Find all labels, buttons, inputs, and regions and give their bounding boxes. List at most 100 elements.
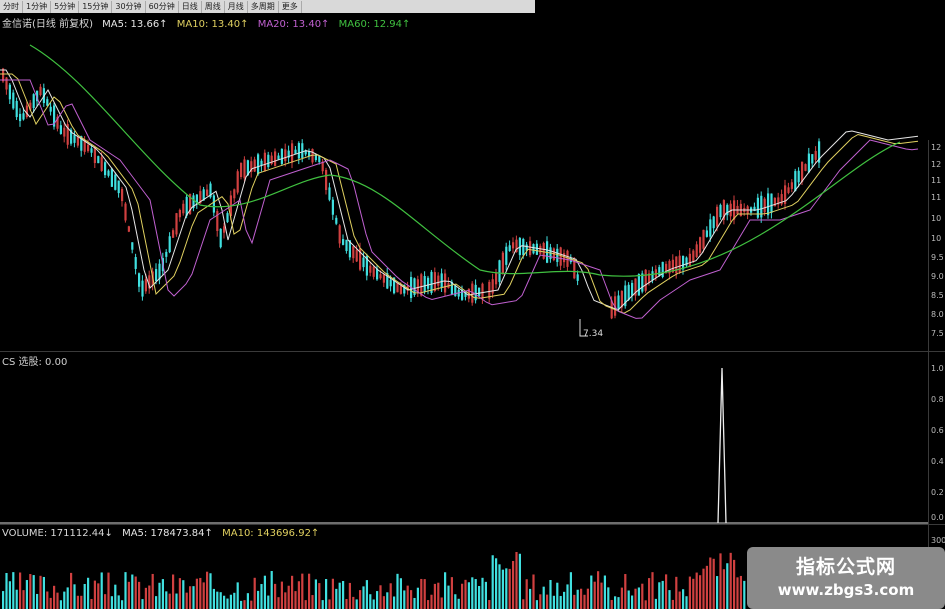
volume-bar — [474, 579, 477, 609]
volume-bar — [515, 551, 518, 609]
volume-bar — [138, 581, 141, 609]
volume-bar — [722, 569, 725, 609]
candle-body — [362, 257, 365, 268]
candle-body — [661, 261, 664, 278]
candle-body — [804, 164, 807, 171]
volume-bar — [512, 560, 515, 609]
volume-bar — [32, 575, 35, 609]
cs-tick: 1.0 — [931, 364, 944, 373]
volume-bar — [348, 582, 351, 609]
volume-bar — [620, 587, 623, 609]
volume-bar — [76, 595, 79, 609]
candle-body — [705, 230, 708, 237]
candlestick-chart — [0, 44, 919, 337]
candle-body — [396, 282, 399, 293]
volume-bar — [253, 577, 256, 609]
candle-body — [416, 279, 419, 293]
candle-body — [522, 239, 525, 256]
volume-bar — [243, 600, 246, 609]
volume-bar — [110, 596, 113, 609]
volume-bar — [274, 583, 277, 609]
volume-bar — [148, 585, 151, 609]
moving-average-line — [0, 73, 919, 314]
candle-body — [814, 150, 817, 160]
price-tick: 8.5 — [931, 291, 944, 300]
candle-body — [345, 239, 348, 251]
price-tick: 9.5 — [931, 253, 944, 262]
volume-bar — [369, 594, 372, 609]
candle-body — [559, 247, 562, 266]
volume-bar — [532, 574, 535, 609]
volume-bar — [641, 583, 644, 609]
volume-bar — [386, 592, 389, 609]
volume-bar — [624, 574, 627, 609]
candle-body — [719, 204, 722, 218]
candle-body — [563, 253, 566, 263]
stock-chart-window: 分时 1分钟 5分钟 15分钟 30分钟 60分钟 日线 周线 月线 多周期 更… — [0, 0, 945, 609]
candle-body — [331, 199, 334, 215]
candle-body — [63, 127, 66, 137]
candle-body — [15, 100, 18, 118]
volume-bar — [447, 585, 450, 609]
panel-divider — [0, 524, 945, 525]
candle-body — [498, 260, 501, 282]
volume-bar — [471, 577, 474, 609]
candle-body — [2, 68, 5, 82]
volume-bar — [501, 569, 504, 609]
volume-bar — [29, 574, 32, 609]
candle-body — [172, 230, 175, 238]
volume-bar — [233, 592, 236, 609]
volume-bar — [277, 597, 280, 609]
candle-body — [178, 209, 181, 218]
volume-bar — [335, 588, 338, 609]
volume-bar — [39, 575, 42, 609]
candle-body — [423, 276, 426, 293]
candle-body — [165, 251, 168, 257]
volume-bar — [321, 600, 324, 609]
volume-bar — [104, 594, 107, 609]
candle-body — [39, 86, 42, 96]
moving-average-line — [0, 79, 919, 319]
candle-body — [46, 99, 49, 106]
candle-body — [617, 295, 620, 310]
volume-bar — [535, 600, 538, 609]
candle-body — [114, 174, 117, 190]
candle-body — [355, 249, 358, 262]
candle-body — [117, 180, 120, 194]
volume-bar — [53, 585, 56, 609]
candle-body — [641, 273, 644, 292]
watermark-badge: 指标公式网 www.zbgs3.com — [747, 547, 945, 609]
volume-bar — [331, 578, 334, 609]
candle-body — [240, 162, 243, 178]
volume-bar — [712, 558, 715, 609]
volume-bar — [345, 598, 348, 609]
candle-body — [185, 196, 188, 216]
volume-bar — [352, 596, 355, 609]
volume-bar — [236, 582, 239, 609]
candle-body — [182, 203, 185, 214]
candle-body — [566, 250, 569, 267]
volume-bar — [525, 579, 528, 609]
volume-bar — [287, 585, 290, 609]
candle-body — [107, 170, 110, 176]
candle-body — [478, 287, 481, 297]
volume-bar — [410, 590, 413, 609]
volume-bar — [284, 592, 287, 609]
volume-bar — [739, 575, 742, 609]
volume-bar — [430, 594, 433, 609]
volume-bar — [481, 577, 484, 609]
candle-body — [216, 211, 219, 231]
candle-body — [253, 159, 256, 172]
candle-body — [175, 213, 178, 235]
candle-body — [716, 206, 719, 227]
volume-bar — [590, 575, 593, 609]
candle-body — [243, 159, 246, 179]
candle-body — [726, 204, 729, 216]
volume-bar — [168, 593, 171, 609]
volume-bar — [379, 585, 382, 609]
volume-bar — [80, 595, 83, 609]
volume-bar — [685, 596, 688, 609]
candle-body — [688, 253, 691, 268]
volume-bar — [226, 598, 229, 609]
volume-bar — [308, 573, 311, 609]
